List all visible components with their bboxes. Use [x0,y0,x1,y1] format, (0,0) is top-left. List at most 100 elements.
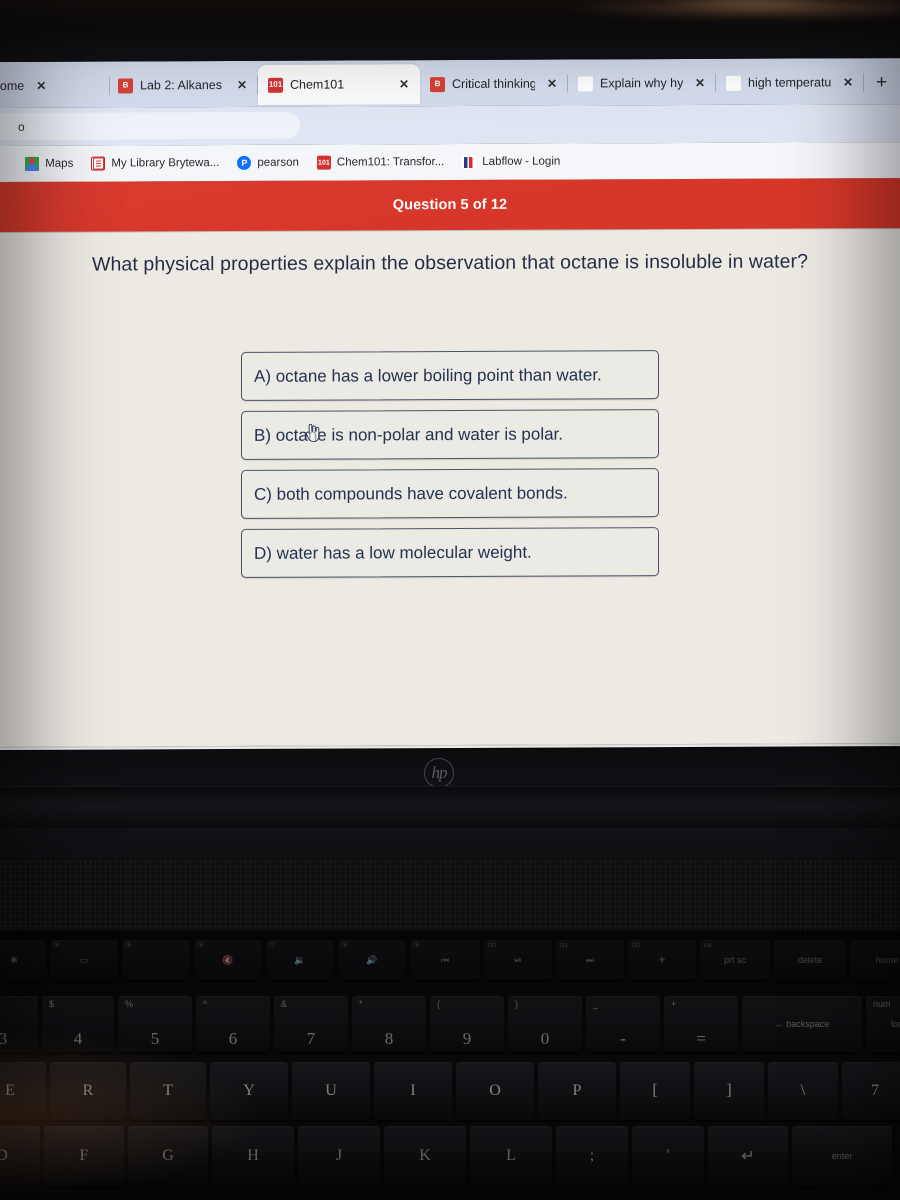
key-[interactable]: ] [694,1062,764,1120]
tab-close-icon[interactable]: ✕ [232,78,252,92]
google-maps-icon [25,156,40,171]
key-T[interactable]: T [130,1062,206,1120]
answer-option-d[interactable]: D) water has a low molecular weight. [241,527,659,578]
bookmark-label: My Library Brytewa... [111,157,220,170]
question-text: What physical properties explain the obs… [91,250,809,276]
blackboard-icon: B [430,76,445,92]
tab-close-icon[interactable]: ✕ [542,77,562,91]
key-[interactable]: \ [768,1062,838,1120]
key-shift-label: ) [515,999,518,1009]
key-label: ⏯ [514,954,522,965]
key-K[interactable]: K [384,1126,466,1186]
key-U[interactable]: U [292,1062,370,1120]
tab-close-icon[interactable]: ✕ [690,76,710,90]
key-label: - [620,1029,626,1048]
answer-option-label: C) both compounds have covalent bonds. [254,483,568,504]
key-f-f11[interactable]: f11 ⏭ [556,940,624,980]
tab-close-icon[interactable]: ✕ [31,79,51,93]
key-7[interactable]: & 7 [274,996,348,1052]
key-0[interactable]: ) 0 [508,996,582,1052]
key-F[interactable]: F [44,1126,124,1186]
browser-tab-0[interactable]: rse Home ✕ [0,66,110,107]
key-f-delete[interactable]: delete [774,940,846,980]
bookmark-label: Labflow - Login [482,155,561,168]
browser-tab-3[interactable]: B Critical thinking Q ✕ [420,64,568,105]
new-tab-button[interactable]: + [876,72,887,94]
key-sym[interactable]: ↵ [708,1126,788,1186]
tab-close-icon[interactable]: ✕ [838,75,858,89]
key-label: 🔇 [222,954,234,965]
key-9[interactable]: (9 [430,996,504,1052]
bookmarks-bar: Maps My Library Brytewa... P pearson 101… [0,142,900,182]
key-R[interactable]: R [50,1062,126,1120]
key-label: ✈ [658,954,666,965]
key-3[interactable]: 3 [0,996,38,1052]
key-shift-label: num [873,999,891,1009]
bookmark-my-library[interactable]: My Library Brytewa... [82,156,228,171]
key-label: 7 [306,1029,316,1048]
key-L[interactable]: L [470,1126,552,1186]
key-fn-hint: f6 [198,943,204,949]
key-label: delete [797,955,823,965]
browser-tab-1[interactable]: B Lab 2: Alkanes - st ✕ [108,65,258,106]
keyboard-function-row: f3✱ f4 ▭ f5 f6 🔇 f7 🔉 f8 🔊 f9 ⏮ f10 ⏯ f11 ⏭ f12 ✈ ins prt s… [0,940,900,980]
key-f-f4[interactable]: f4 ▭ [50,940,118,980]
bookmark-label: Chem101: Transfor... [336,156,445,169]
browser-tab-5[interactable]: G high temperature ✕ [716,62,864,103]
key-enter[interactable]: enter [792,1126,892,1186]
key-5[interactable]: % 5 [118,996,192,1052]
answer-option-c[interactable]: C) both compounds have covalent bonds. [241,468,659,519]
key-fn-hint: f4 [54,943,60,949]
key-sym[interactable]: ; [556,1126,628,1186]
key-J[interactable]: J [298,1126,380,1186]
key-f-f12[interactable]: f12 ✈ [628,940,696,980]
google-icon: G [578,75,593,91]
key-G[interactable]: G [128,1126,208,1186]
key-label: 9 [462,1029,472,1048]
key-backspace[interactable]: ← backspace [742,996,862,1052]
key-6[interactable]: ^ 6 [196,996,270,1052]
key-[interactable]: _ - [586,996,660,1052]
key-E[interactable]: E [0,1062,46,1120]
key-f-f9[interactable]: f9 ⏮ [410,940,480,980]
question-progress-header: Question 5 of 12 [0,178,900,232]
key-[interactable]: + = [664,996,738,1052]
address-bar-input[interactable]: o [0,111,300,141]
key-O[interactable]: O [456,1062,534,1120]
key-fn-hint: f12 [632,943,641,949]
answer-option-a[interactable]: A) octane has a lower boiling point than… [241,350,659,401]
key-[interactable]: [ [620,1062,690,1120]
key-f-f6[interactable]: f6 🔇 [194,940,262,980]
bookmark-maps[interactable]: Maps [16,156,82,171]
tab-close-icon[interactable]: ✕ [394,77,414,91]
key-f-home[interactable]: home [850,940,900,980]
key-D[interactable]: D [0,1126,40,1186]
key-H[interactable]: H [212,1126,294,1186]
key-7[interactable]: 7 [842,1062,900,1120]
key-f-f5[interactable]: f5 [122,940,190,980]
browser-tab-2[interactable]: 101 Chem101 ✕ [258,64,420,105]
bookmark-chem101[interactable]: 101 Chem101: Transfor... [308,155,453,170]
key-Y[interactable]: Y [210,1062,288,1120]
key-label: lock [890,1019,900,1029]
key-I[interactable]: I [374,1062,452,1120]
bookmark-pearson[interactable]: P pearson [228,155,308,170]
bookmark-labflow[interactable]: Labflow - Login [453,154,569,170]
key-f-ins[interactable]: ins prt sc [700,940,770,980]
google-icon: G [726,75,741,91]
key-lock[interactable]: num lock [866,996,900,1052]
key-P[interactable]: P [538,1062,616,1120]
key-8[interactable]: * 8 [352,996,426,1052]
key-f-f10[interactable]: f10 ⏯ [484,940,552,980]
key-shift-label: $ [49,999,55,1009]
key-sym[interactable]: ' [632,1126,704,1186]
key-f-f7[interactable]: f7 🔉 [266,940,334,980]
key-f-f3[interactable]: f3✱ [0,940,46,980]
key-f-f8[interactable]: f8 🔊 [338,940,406,980]
answer-option-b[interactable]: B) octane is non-polar and water is pola… [241,409,659,460]
blackboard-icon: B [118,77,133,93]
key-4[interactable]: $4 [42,996,114,1052]
key-label: ⏮ [440,954,450,965]
bookmark-overflow-icon[interactable] [2,158,16,170]
browser-tab-4[interactable]: G Explain why hyper ✕ [568,63,716,104]
